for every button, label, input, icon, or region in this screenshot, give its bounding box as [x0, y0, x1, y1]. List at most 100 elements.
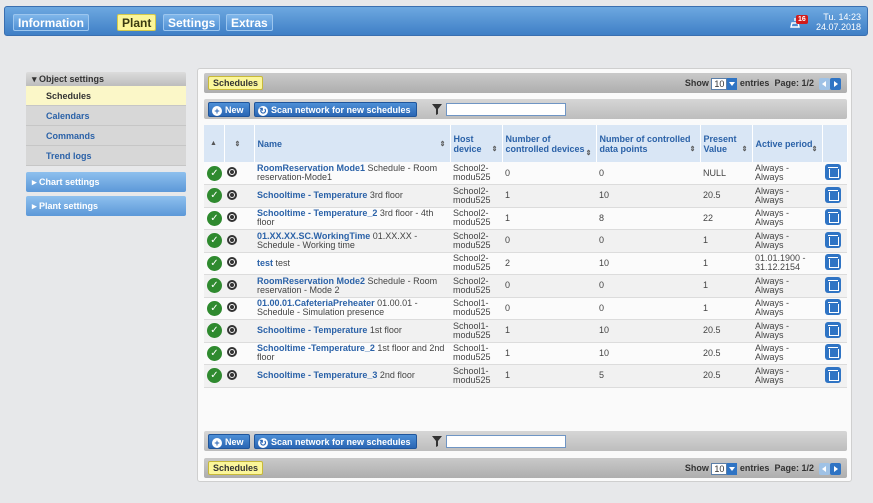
header-controlled-devices[interactable]: Number of controlled devices ⇕	[502, 125, 597, 162]
controlled-points-cell: 0	[596, 274, 700, 298]
dropdown-arrow-icon[interactable]	[727, 462, 738, 475]
name-cell: 01.XX.XX.SC.WorkingTime 01.XX.XX - Sched…	[254, 229, 450, 253]
header-active-period[interactable]: Active period ⇕	[752, 125, 823, 162]
schedule-type-icon	[227, 257, 237, 268]
sidebar-section-plant-settings[interactable]: ▸ Plant settings	[26, 196, 186, 216]
prev-page-icon[interactable]	[819, 77, 830, 90]
refresh-icon: ↻	[258, 437, 268, 448]
controlled-devices-cell: 1	[502, 207, 596, 230]
host-device-cell: School2-modu525	[450, 207, 502, 230]
schedule-name-link[interactable]: Schooltime - Temperature_2	[257, 208, 377, 218]
table-row[interactable]: ✓ Schooltime -Temperature_2 1st floor and…	[204, 342, 847, 365]
search-input-bottom[interactable]	[446, 435, 566, 448]
filter-icon[interactable]	[431, 434, 443, 448]
delete-trash-icon[interactable]	[825, 209, 841, 226]
host-device-cell: School2-modu525	[450, 229, 502, 253]
tab-extras[interactable]: Extras	[226, 14, 273, 31]
table-row[interactable]: ✓ Schooltime - Temperature 3rd floor Schoo…	[204, 184, 847, 208]
delete-trash-icon[interactable]	[825, 186, 841, 203]
sort-type-header[interactable]: ⇕	[224, 125, 255, 162]
next-page-icon[interactable]	[830, 462, 841, 475]
name-cell: Schooltime -Temperature_2 1st floor and …	[254, 342, 450, 365]
present-value-cell: 20.5	[700, 342, 752, 365]
toolbar-bottom: + New ↻ Scan network for new schedules	[204, 431, 847, 451]
sidebar-item-calendars[interactable]: Calendars	[26, 106, 186, 126]
filter-icon[interactable]	[431, 102, 443, 116]
type-cell	[224, 297, 254, 320]
header-host-device[interactable]: Host device ⇕	[450, 125, 503, 162]
header-controlled-points[interactable]: Number of controlled data points ⇕	[596, 125, 701, 162]
header-present-value[interactable]: Present Value ⇕	[700, 125, 753, 162]
dropdown-arrow-icon[interactable]	[727, 77, 738, 90]
tab-information[interactable]: Information	[13, 14, 89, 31]
sidebar-item-schedules[interactable]: Schedules	[26, 86, 186, 106]
host-device-cell: School1-modu525	[450, 319, 502, 343]
name-cell: Schooltime - Temperature 1st floor	[254, 319, 450, 343]
table-row[interactable]: ✓ Schooltime - Temperature_2 3rd floor - …	[204, 207, 847, 230]
header-name[interactable]: Name ⇕	[254, 125, 451, 162]
table-row[interactable]: ✓ Schooltime - Temperature 1st floor Schoo…	[204, 319, 847, 343]
schedule-name-link[interactable]: test	[257, 258, 273, 268]
schedule-type-icon	[227, 324, 237, 335]
entries-label: entries	[739, 463, 770, 473]
controlled-points-cell: 10	[596, 319, 700, 343]
delete-trash-icon[interactable]	[825, 254, 841, 271]
table-row[interactable]: ✓ Schooltime - Temperature_3 2nd floor Sch…	[204, 364, 847, 388]
prev-page-icon[interactable]	[819, 462, 830, 475]
sidebar-section-chart-settings[interactable]: ▸ Chart settings	[26, 172, 186, 192]
table-row[interactable]: ✓ test test School2-modu525 2 10 1 01.01.1900 …	[204, 252, 847, 275]
search-input[interactable]	[446, 103, 566, 116]
tab-settings[interactable]: Settings	[163, 14, 221, 31]
delete-trash-icon[interactable]	[825, 321, 841, 338]
type-cell	[224, 252, 254, 275]
entries-select[interactable]: 10	[711, 77, 728, 90]
delete-trash-icon[interactable]	[825, 276, 841, 293]
status-cell: ✓	[204, 274, 224, 298]
schedule-name-link[interactable]: Schooltime - Temperature	[257, 190, 367, 200]
delete-trash-icon[interactable]	[825, 366, 841, 383]
present-value-cell: 1	[700, 297, 752, 320]
table-row[interactable]: ✓ 01.00.01.CafeteriaPreheater 01.00.01 - …	[204, 297, 847, 320]
sort-status-header[interactable]: ▲	[204, 125, 225, 162]
delete-trash-icon[interactable]	[825, 299, 841, 316]
controlled-points-cell: 8	[596, 207, 700, 230]
schedule-name-link[interactable]: Schooltime - Temperature	[257, 325, 367, 335]
sidebar-item-commands[interactable]: Commands	[26, 126, 186, 146]
next-page-icon[interactable]	[830, 77, 841, 90]
pager-top: Show 10 entries Page: 1/2	[685, 76, 841, 90]
schedule-description: 1st floor	[369, 325, 402, 336]
name-cell: RoomReservation Mode2 Schedule - Room re…	[254, 274, 450, 298]
schedule-name-link[interactable]: Schooltime - Temperature_3	[257, 370, 377, 380]
new-label: New	[225, 437, 244, 447]
status-cell: ✓	[204, 229, 224, 253]
actions-cell	[822, 297, 847, 320]
controlled-devices-cell: 1	[502, 342, 596, 365]
scan-label: Scan network for new schedules	[271, 105, 411, 115]
delete-trash-icon[interactable]	[825, 344, 841, 361]
table-row[interactable]: ✓ RoomReservation Mode2 Schedule - Room r…	[204, 274, 847, 298]
scan-network-button-bottom[interactable]: ↻ Scan network for new schedules	[254, 434, 417, 449]
name-cell: 01.00.01.CafeteriaPreheater 01.00.01 - S…	[254, 297, 450, 320]
delete-trash-icon[interactable]	[825, 231, 841, 248]
name-cell: Schooltime - Temperature_3 2nd floor	[254, 364, 450, 388]
name-cell: test test	[254, 252, 450, 275]
tab-plant[interactable]: Plant	[117, 14, 157, 31]
new-button[interactable]: + New	[208, 102, 250, 117]
schedule-name-link[interactable]: Schooltime -Temperature_2	[257, 343, 375, 353]
table-row[interactable]: ✓ RoomReservation Mode1 Schedule - Room r…	[204, 162, 847, 185]
schedule-description: test	[275, 257, 291, 268]
actions-cell	[822, 364, 847, 388]
table-row[interactable]: ✓ 01.XX.XX.SC.WorkingTime 01.XX.XX - Sche…	[204, 229, 847, 253]
sort-icon: ⇕	[439, 141, 446, 148]
sidebar-item-trend-logs[interactable]: Trend logs	[26, 146, 186, 166]
controlled-devices-cell: 1	[502, 364, 596, 388]
entries-select-bottom[interactable]: 10	[711, 462, 728, 475]
controlled-devices-cell: 2	[502, 252, 596, 275]
scan-network-button[interactable]: ↻ Scan network for new schedules	[254, 102, 417, 117]
expand-arrow-icon: ▸	[32, 201, 40, 211]
status-cell: ✓	[204, 319, 224, 343]
sidebar-header-object-settings[interactable]: ▾ Object settings	[26, 72, 186, 86]
alarm-bell-icon[interactable]: 16	[790, 15, 810, 31]
delete-trash-icon[interactable]	[825, 164, 841, 180]
new-button-bottom[interactable]: + New	[208, 434, 250, 449]
